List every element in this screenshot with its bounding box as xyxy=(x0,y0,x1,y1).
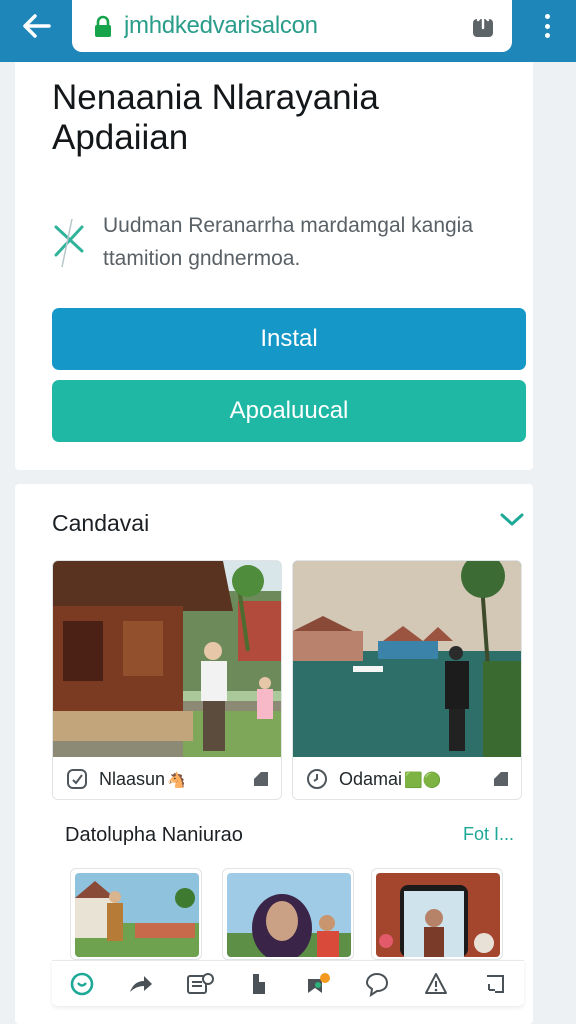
gallery-card: Candavai Nlaasun 🐴 Odamai 🟩🟢 Datolupha N… xyxy=(15,484,533,1024)
photo-label-emoji: 🐴 xyxy=(167,771,186,789)
card-bottom-edge xyxy=(52,1012,524,1024)
photo-label-text: Odamai xyxy=(339,768,403,789)
back-arrow-icon xyxy=(23,14,51,38)
photo-card[interactable]: Odamai 🟩🟢 xyxy=(292,560,522,800)
app-card: Nenaania Nlarayania Apdaiian Uudman Rera… xyxy=(15,62,533,470)
chat-button[interactable] xyxy=(360,967,394,1001)
thumbnail-image xyxy=(376,873,500,957)
bookmark-button[interactable] xyxy=(242,967,276,1001)
house-photo xyxy=(53,561,281,757)
section-title: Candavai xyxy=(52,510,150,536)
open-icon[interactable] xyxy=(491,769,511,789)
bookmark-icon xyxy=(252,973,265,994)
tag-icon xyxy=(67,769,87,789)
expand-button[interactable] xyxy=(478,967,512,1001)
alert-button[interactable] xyxy=(419,967,453,1001)
url-text: jmhdkedvarisalcon xyxy=(124,12,318,39)
photo-card[interactable]: Nlaasun 🐴 xyxy=(52,560,282,800)
share-arrow-icon xyxy=(129,975,152,992)
clock-icon xyxy=(307,769,327,789)
dot-icon xyxy=(544,14,550,19)
app-title: Nenaania Nlarayania Apdaiian xyxy=(52,78,379,157)
forward-button[interactable] xyxy=(124,967,158,1001)
home-icon xyxy=(70,972,93,995)
install-button[interactable]: Instal xyxy=(52,308,526,370)
photo-label: Nlaasun 🐴 xyxy=(99,769,251,790)
photo-footer: Odamai 🟩🟢 xyxy=(293,757,521,799)
bottom-toolbar xyxy=(52,960,524,1006)
open-app-button[interactable]: Apoaluucal xyxy=(52,380,526,442)
location-button[interactable] xyxy=(301,967,335,1001)
photo-label-emoji: 🟩🟢 xyxy=(404,771,442,789)
thumbnail[interactable] xyxy=(222,868,354,960)
dot-icon xyxy=(544,23,550,29)
dot-icon xyxy=(544,33,550,38)
chevron-down-icon[interactable] xyxy=(499,508,525,530)
overflow-menu-button[interactable] xyxy=(534,12,560,40)
media-icon xyxy=(186,972,214,994)
thumbnail[interactable] xyxy=(70,868,202,960)
photo-footer: Nlaasun 🐴 xyxy=(53,757,281,799)
share-icon xyxy=(473,13,493,37)
share-button[interactable] xyxy=(468,11,498,41)
thumbnail-image xyxy=(75,873,199,957)
sparkle-icon xyxy=(54,218,84,268)
thumbnail-image xyxy=(227,873,351,957)
lock-icon xyxy=(95,15,111,37)
address-bar[interactable]: jmhdkedvarisalcon xyxy=(72,0,512,52)
photo-label: Odamai 🟩🟢 xyxy=(339,769,491,790)
open-icon[interactable] xyxy=(251,769,271,789)
home-button[interactable] xyxy=(65,967,99,1001)
browser-toolbar: jmhdkedvarisalcon xyxy=(0,0,576,62)
expand-icon xyxy=(486,974,504,993)
subsection-title: Datolupha Naniurao xyxy=(65,824,243,846)
thumbnail[interactable] xyxy=(371,868,503,960)
chat-icon xyxy=(365,972,388,997)
subsection-header: Datolupha Naniurao Fot I... xyxy=(52,802,526,856)
media-button[interactable] xyxy=(183,967,217,1001)
app-description: Uudman Reranarrha mardamgal kangia ttami… xyxy=(103,214,474,270)
back-button[interactable] xyxy=(14,9,58,43)
alert-icon xyxy=(424,972,447,994)
map-pin-icon xyxy=(307,972,330,993)
photo-label-text: Nlaasun xyxy=(99,768,166,789)
lake-photo xyxy=(293,561,521,757)
see-all-link[interactable]: Fot I... xyxy=(463,824,514,845)
